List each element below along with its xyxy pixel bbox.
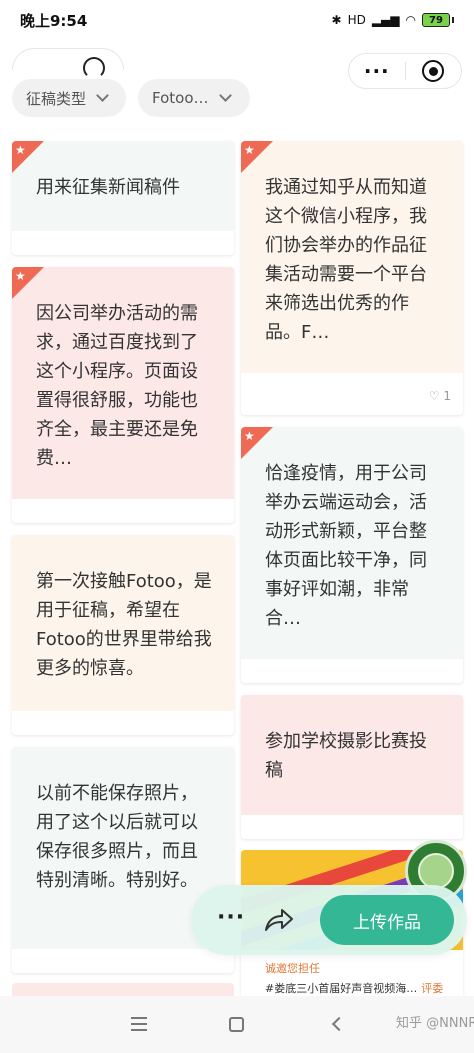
chevron-down-icon (96, 89, 109, 102)
watermark-text: 知乎 @NNNR (396, 1016, 474, 1031)
like-count[interactable]: ♡ 1 (429, 389, 451, 403)
more-options-button[interactable]: ··· (217, 905, 245, 930)
filter-fotoo-dropdown[interactable]: Fotoo… (138, 79, 250, 117)
share-icon[interactable] (263, 907, 295, 933)
battery-tip-icon (452, 17, 454, 23)
story-card[interactable]: 恰逢疫情，用于公司举办云端运动会，活动形式新颖，平台整体页面比较干净，同事好评如… (241, 427, 463, 683)
filter-fotoo-label: Fotoo… (152, 89, 209, 107)
story-card[interactable]: 参加学校摄影比赛投稿 (241, 695, 463, 839)
status-icons: ✱ HD ▂▄▆ ◠ 79 (331, 13, 454, 27)
star-icon: ★ (244, 429, 255, 443)
filter-type-dropdown[interactable]: 征稿类型 (12, 79, 126, 117)
top-left-icon (83, 57, 105, 79)
card-footer (241, 815, 463, 839)
heart-icon: ♡ (428, 389, 440, 403)
card-footer (12, 949, 234, 973)
card-text: 恰逢疫情，用于公司举办云端运动会，活动形式新颖，平台整体页面比较干净，同事好评如… (265, 463, 427, 629)
star-icon: ★ (244, 143, 255, 157)
card-text: 以前不能保存照片，用了这个以后就可以保存很多照片，而且特别清晰。特别好。 (36, 783, 198, 891)
floating-action-bar: ··· 上传作品 (191, 885, 467, 955)
card-footer (12, 231, 234, 255)
top-left-button[interactable] (12, 48, 124, 79)
battery-indicator: 79 (422, 13, 450, 27)
signal-label: HD (347, 13, 366, 27)
capsule-close-button[interactable] (406, 60, 462, 82)
menu-icon[interactable] (131, 1017, 147, 1031)
wifi-icon: ◠ (405, 13, 416, 27)
bluetooth-icon: ✱ (331, 13, 342, 27)
back-icon[interactable] (331, 1016, 347, 1032)
star-icon: ★ (15, 269, 26, 283)
card-footer: ♡ 1 (241, 373, 463, 415)
logo-emblem-icon (418, 853, 454, 889)
system-nav-bar: 知乎 @NNNR (0, 996, 474, 1053)
star-icon: ★ (15, 143, 26, 157)
story-card-peek (12, 983, 234, 997)
home-icon[interactable] (229, 1017, 244, 1032)
story-card[interactable]: 第一次接触Fotoo，是用于征稿，希望在Fotoo的世界里带给我更多的惊喜。 (12, 535, 234, 735)
story-card[interactable]: 我通过知乎从而知道这个微信小程序，我们协会举办的作品征集活动需要一个平台来筛选出… (241, 141, 463, 415)
card-text: 我通过知乎从而知道这个微信小程序，我们协会举办的作品征集活动需要一个平台来筛选出… (265, 177, 427, 343)
card-text: 参加学校摄影比赛投稿 (265, 731, 427, 781)
card-text: 因公司举办活动的需求，通过百度找到了这个小程序。页面设置得很舒服，功能也齐全，最… (36, 303, 198, 469)
status-bar: 晚上9:54 ✱ HD ▂▄▆ ◠ 79 (0, 0, 474, 40)
card-footer (12, 499, 234, 523)
miniprogram-capsule: ··· (348, 53, 462, 89)
signal-bars-icon: ▂▄▆ (371, 13, 400, 27)
target-icon (422, 60, 445, 82)
image-card-tag: 评委 (421, 982, 444, 995)
filter-type-label: 征稿类型 (26, 89, 87, 108)
status-time: 晚上9:54 (20, 11, 88, 30)
upload-work-button[interactable]: 上传作品 (320, 895, 454, 945)
card-footer (12, 711, 234, 735)
card-text: 第一次接触Fotoo，是用于征稿，希望在Fotoo的世界里带给我更多的惊喜。 (36, 571, 212, 679)
card-text: 用来征集新闻稿件 (36, 177, 180, 198)
image-card-title: #娄底三小首届好声音视频海… 评委 (241, 976, 463, 996)
card-footer (241, 659, 463, 683)
story-card[interactable]: 因公司举办活动的需求，通过百度找到了这个小程序。页面设置得很舒服，功能也齐全，最… (12, 267, 234, 523)
image-card-title-text: #娄底三小首届好声音视频海… (265, 982, 418, 995)
capsule-more-button[interactable]: ··· (349, 59, 405, 83)
like-count-value: 1 (443, 389, 451, 403)
chevron-down-icon (218, 89, 232, 102)
story-card[interactable]: 用来征集新闻稿件 ★ (12, 141, 234, 255)
